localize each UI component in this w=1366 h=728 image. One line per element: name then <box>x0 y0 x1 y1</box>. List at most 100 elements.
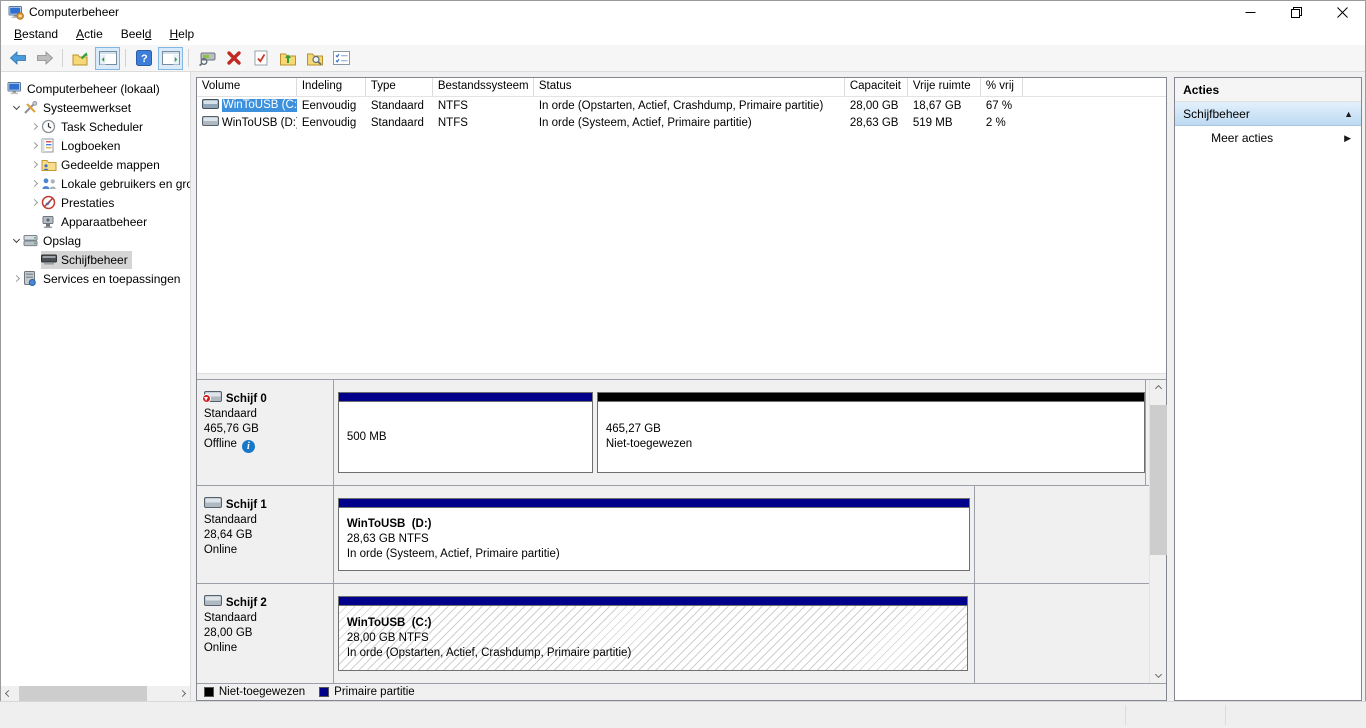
scroll-up-icon[interactable] <box>1150 380 1167 395</box>
legend-primary-partition: Primaire partitie <box>319 686 415 698</box>
actions-title: Acties <box>1175 78 1361 102</box>
tree-item-prestaties[interactable]: Prestaties <box>1 193 190 212</box>
scrollbar-thumb[interactable] <box>1149 405 1167 556</box>
scrollbar-thumb[interactable] <box>19 686 147 701</box>
partition-wintousb-c-selected[interactable]: WinToUSB (C:) 28,00 GB NTFS In orde (Ops… <box>337 596 968 672</box>
tree-item-task-scheduler[interactable]: Task Scheduler <box>1 117 190 136</box>
shared-folders-icon <box>41 158 60 171</box>
services-icon <box>23 271 42 286</box>
cell-pct-free: 67 % <box>985 99 1013 112</box>
tree-item-gedeelde-mappen[interactable]: Gedeelde mappen <box>1 155 190 174</box>
console-tree: Computerbeheer (lokaal) Systeemwerkset T… <box>1 72 191 701</box>
minimize-button[interactable] <box>1227 1 1273 23</box>
chevron-collapsed-icon[interactable] <box>27 141 41 150</box>
actions-group-schijfbeheer[interactable]: Schijfbeheer ▲ <box>1175 102 1361 126</box>
content-area: Computerbeheer (lokaal) Systeemwerkset T… <box>1 72 1365 701</box>
volume-row-d[interactable]: WinToUSB (D:) Eenvoudig Standaard NTFS I… <box>197 114 1166 131</box>
chevron-collapsed-icon[interactable] <box>27 198 41 207</box>
disk2-header[interactable]: Schijf 2 Standaard 28,00 GB Online <box>197 584 334 684</box>
help-icon[interactable]: ? <box>131 47 156 70</box>
partition-system-reserved[interactable]: 500 MB <box>337 392 593 474</box>
tree-item-services[interactable]: Services en toepassingen <box>1 269 190 288</box>
column-header-vrije-ruimte[interactable]: Vrije ruimte <box>908 78 981 96</box>
restore-button[interactable] <box>1273 1 1319 23</box>
volume-icon <box>201 99 219 112</box>
disk-type: Standaard <box>203 514 257 527</box>
disk-type: Standaard <box>203 612 257 625</box>
close-button[interactable] <box>1319 1 1365 23</box>
column-header-type[interactable]: Type <box>366 78 433 96</box>
actions-item-meer-acties[interactable]: Meer acties ▶ <box>1175 126 1361 150</box>
show-hide-action-pane-icon[interactable] <box>158 46 183 70</box>
partition-wintousb-d[interactable]: WinToUSB (D:) 28,63 GB NTFS In orde (Sys… <box>337 498 970 572</box>
disk-size: 28,00 GB <box>203 627 253 640</box>
tree-item-lokale-gebruikers[interactable]: Lokale gebruikers en groepen <box>1 174 190 193</box>
tree-item-apparaatbeheer[interactable]: Apparaatbeheer <box>1 212 190 231</box>
chevron-collapsed-icon[interactable] <box>27 122 41 131</box>
cell-fs: NTFS <box>437 99 468 112</box>
rescan-disks-icon[interactable] <box>194 47 219 70</box>
actions-pane: Acties Schijfbeheer ▲ Meer acties ▶ <box>1174 77 1362 701</box>
cell-capacity: 28,63 GB <box>849 116 899 129</box>
show-hide-console-tree-icon[interactable] <box>95 46 120 70</box>
volume-row-c[interactable]: WinToUSB (C:) Eenvoudig Standaard NTFS I… <box>197 97 1166 114</box>
computer-management-window: Computerbeheer Bestand Actie Beeld Help <box>0 0 1366 701</box>
disk0-header[interactable]: Schijf 0 Standaard 465,76 GB Offline i <box>197 380 334 486</box>
tree-item-computerbeheer[interactable]: Computerbeheer (lokaal) <box>1 79 190 98</box>
menu-help[interactable]: Help <box>160 24 203 44</box>
menu-actie[interactable]: Actie <box>67 24 112 44</box>
svg-text:?: ? <box>141 53 148 65</box>
legend-unallocated: Niet-toegewezen <box>203 686 305 698</box>
performance-icon <box>41 195 60 210</box>
up-level-icon[interactable] <box>68 47 93 70</box>
tree-horizontal-scrollbar[interactable] <box>1 686 190 701</box>
explore-folder-icon[interactable] <box>302 47 327 70</box>
cell-indeling: Eenvoudig <box>301 116 357 129</box>
title-bar: Computerbeheer <box>1 1 1365 23</box>
disk-type: Standaard <box>203 408 257 421</box>
tree-item-opslag[interactable]: Opslag <box>1 231 190 250</box>
cell-pct-free: 2 % <box>985 116 1006 129</box>
menu-bestand[interactable]: Bestand <box>5 24 67 44</box>
chevron-expanded-icon[interactable] <box>9 235 23 244</box>
column-header-status[interactable]: Status <box>534 78 845 96</box>
tree-item-logboeken[interactable]: Logboeken <box>1 136 190 155</box>
tree-item-schijfbeheer[interactable]: Schijfbeheer <box>1 250 190 269</box>
cell-status: In orde (Opstarten, Actief, Crashdump, P… <box>538 99 824 112</box>
open-folder-icon[interactable] <box>275 47 300 70</box>
disk-row-0: Schijf 0 Standaard 465,76 GB Offline i 50… <box>196 380 1150 487</box>
menu-beeld[interactable]: Beeld <box>112 24 161 44</box>
disk-status: Offline <box>203 438 237 451</box>
column-header-filler <box>1023 78 1166 96</box>
chevron-collapsed-icon[interactable] <box>27 160 41 169</box>
mark-partition-active-icon[interactable] <box>248 47 273 70</box>
delete-volume-icon[interactable] <box>221 47 246 70</box>
disk-status: Online <box>203 642 238 655</box>
column-header-volume[interactable]: Volume <box>197 78 297 96</box>
column-header-indeling[interactable]: Indeling <box>297 78 366 96</box>
scroll-down-icon[interactable] <box>1150 668 1167 683</box>
chevron-collapsed-icon[interactable] <box>27 179 41 188</box>
scroll-right-icon[interactable] <box>175 686 190 701</box>
column-header-bestandssysteem[interactable]: Bestandssysteem <box>433 78 534 96</box>
menu-bar: Bestand Actie Beeld Help <box>1 23 1365 45</box>
toolbar-separator <box>188 49 189 67</box>
legend: Niet-toegewezen Primaire partitie <box>196 683 1167 700</box>
scroll-left-icon[interactable] <box>1 686 16 701</box>
disk-pane-vertical-scrollbar[interactable] <box>1149 380 1167 684</box>
collapse-icon[interactable]: ▲ <box>1344 109 1353 119</box>
chevron-expanded-icon[interactable] <box>9 102 23 111</box>
disk1-header[interactable]: Schijf 1 Standaard 28,64 GB Online <box>197 486 334 584</box>
tree-item-systeemwerkset[interactable]: Systeemwerkset <box>1 98 190 117</box>
forward-icon[interactable] <box>32 47 57 70</box>
disk-icon <box>203 497 222 513</box>
disk-graphical-view: Schijf 0 Standaard 465,76 GB Offline i 50… <box>196 379 1167 684</box>
info-icon[interactable]: i <box>241 440 255 454</box>
back-icon[interactable] <box>5 47 30 70</box>
partition-unallocated[interactable]: 465,27 GB Niet-toegewezen <box>596 392 1145 474</box>
column-header-capaciteit[interactable]: Capaciteit <box>845 78 908 96</box>
column-header-pct-vrij[interactable]: % vrij <box>981 78 1023 96</box>
offline-badge-icon <box>201 394 211 404</box>
properties-icon[interactable] <box>329 47 354 70</box>
chevron-collapsed-icon[interactable] <box>9 274 23 283</box>
